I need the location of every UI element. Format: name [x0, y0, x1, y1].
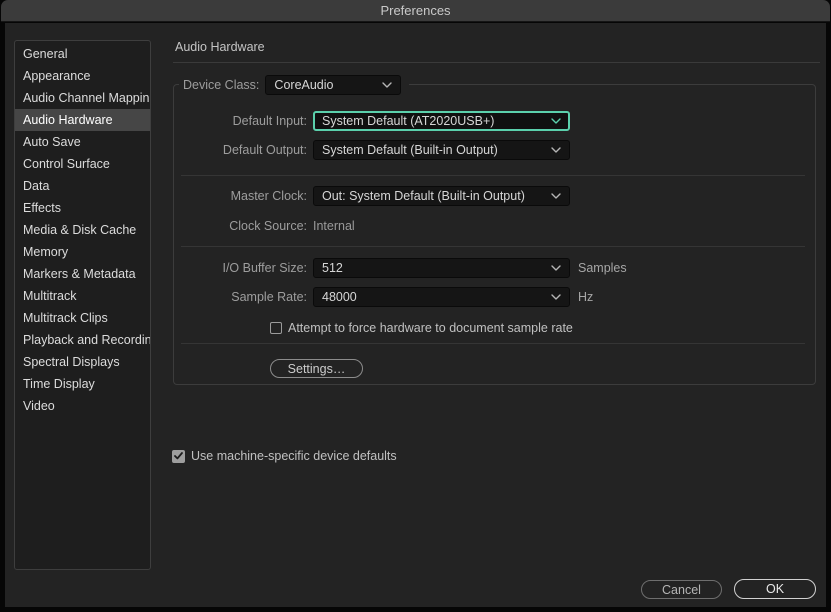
- clock-source-label: Clock Source:: [229, 219, 307, 233]
- sidebar-item-multitrack-clips[interactable]: Multitrack Clips: [15, 307, 150, 329]
- sidebar-item-effects[interactable]: Effects: [15, 197, 150, 219]
- section-divider: [181, 246, 805, 247]
- sidebar-item-memory[interactable]: Memory: [15, 241, 150, 263]
- chevron-down-icon: [551, 193, 561, 199]
- section-divider: [181, 343, 805, 344]
- sample-rate-label: Sample Rate:: [231, 290, 307, 304]
- io-buffer-size-label: I/O Buffer Size:: [222, 261, 307, 275]
- settings-button[interactable]: Settings…: [270, 359, 363, 378]
- cancel-button[interactable]: Cancel: [641, 580, 722, 599]
- io-buffer-unit: Samples: [578, 261, 627, 275]
- default-input-value: System Default (AT2020USB+): [322, 114, 495, 128]
- section-divider: [181, 175, 805, 176]
- window-title: Preferences: [380, 3, 451, 18]
- checkbox-checked-icon[interactable]: [172, 449, 185, 463]
- master-clock-label: Master Clock:: [230, 189, 307, 203]
- sidebar-item-multitrack[interactable]: Multitrack: [15, 285, 150, 307]
- io-buffer-size-value: 512: [322, 261, 343, 275]
- sidebar-item-video[interactable]: Video: [15, 395, 150, 417]
- default-output-dropdown[interactable]: System Default (Built-in Output): [313, 140, 570, 160]
- master-clock-dropdown[interactable]: Out: System Default (Built-in Output): [313, 186, 570, 206]
- sidebar-item-audio-hardware[interactable]: Audio Hardware: [15, 109, 150, 131]
- default-input-label: Default Input:: [232, 114, 307, 128]
- device-class-value: CoreAudio: [274, 77, 334, 92]
- force-sample-rate-label: Attempt to force hardware to document sa…: [288, 321, 573, 335]
- clock-source-value: Internal: [313, 219, 355, 233]
- sidebar-item-general[interactable]: General: [15, 43, 150, 65]
- preferences-dialog: General Appearance Audio Channel Mapping…: [5, 23, 826, 607]
- sample-rate-unit: Hz: [578, 290, 594, 304]
- default-output-label: Default Output:: [222, 143, 307, 157]
- default-output-value: System Default (Built-in Output): [322, 143, 498, 157]
- ok-button[interactable]: OK: [734, 579, 816, 599]
- sidebar-item-media-disk-cache[interactable]: Media & Disk Cache: [15, 219, 150, 241]
- sidebar-item-markers-metadata[interactable]: Markers & Metadata: [15, 263, 150, 285]
- device-class-row: Device Class: CoreAudio: [179, 74, 410, 95]
- sidebar-item-appearance[interactable]: Appearance: [15, 65, 150, 87]
- io-buffer-size-dropdown[interactable]: 512: [313, 258, 570, 278]
- machine-defaults-label: Use machine-specific device defaults: [191, 449, 397, 463]
- machine-defaults-checkbox-row[interactable]: Use machine-specific device defaults: [172, 449, 397, 463]
- sidebar-item-data[interactable]: Data: [15, 175, 150, 197]
- checkbox-unchecked-icon[interactable]: [270, 322, 282, 334]
- page-title: Audio Hardware: [175, 40, 265, 54]
- default-input-dropdown[interactable]: System Default (AT2020USB+): [313, 111, 570, 131]
- chevron-down-icon: [551, 294, 561, 300]
- sidebar-item-auto-save[interactable]: Auto Save: [15, 131, 150, 153]
- chevron-down-icon: [551, 118, 561, 124]
- chevron-down-icon: [551, 265, 561, 271]
- chevron-down-icon: [382, 81, 393, 88]
- sidebar-item-audio-channel-mapping[interactable]: Audio Channel Mapping: [15, 87, 150, 109]
- check-icon: [174, 452, 183, 460]
- sample-rate-value: 48000: [322, 290, 357, 304]
- preferences-category-list: General Appearance Audio Channel Mapping…: [14, 40, 151, 570]
- force-sample-rate-checkbox-row[interactable]: Attempt to force hardware to document sa…: [270, 321, 573, 335]
- sidebar-item-spectral-displays[interactable]: Spectral Displays: [15, 351, 150, 373]
- master-clock-value: Out: System Default (Built-in Output): [322, 189, 525, 203]
- device-class-dropdown[interactable]: CoreAudio: [265, 74, 402, 95]
- title-divider: [173, 62, 820, 63]
- sidebar-item-time-display[interactable]: Time Display: [15, 373, 150, 395]
- sidebar-item-playback-recording[interactable]: Playback and Recording: [15, 329, 150, 351]
- chevron-down-icon: [551, 147, 561, 153]
- window-titlebar[interactable]: Preferences: [1, 0, 830, 22]
- device-class-label: Device Class:: [183, 77, 260, 92]
- sidebar-item-control-surface[interactable]: Control Surface: [15, 153, 150, 175]
- sample-rate-dropdown[interactable]: 48000: [313, 287, 570, 307]
